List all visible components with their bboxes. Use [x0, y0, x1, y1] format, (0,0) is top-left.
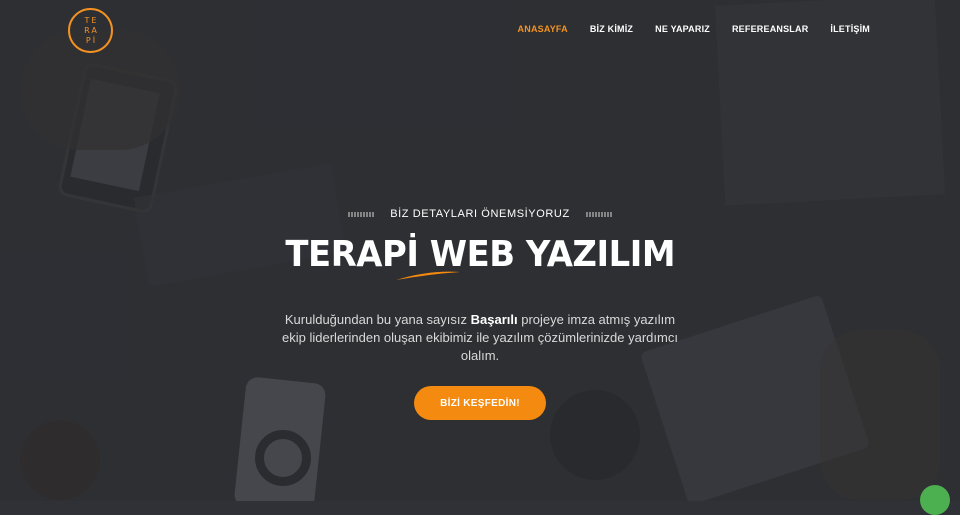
- logo-text: TE RA Pİ: [84, 15, 99, 45]
- eyebrow-dash-right: [585, 211, 612, 217]
- eyebrow-dash-left: [348, 211, 375, 217]
- brand-logo[interactable]: TE RA Pİ: [68, 8, 113, 53]
- nav-item-anasayfa[interactable]: ANASAYFA: [518, 24, 568, 34]
- main-nav: ANASAYFA BİZ KİMİZ NE YAPARIZ REFEREANSL…: [496, 24, 870, 34]
- hero-description: Kurulduğundan bu yana sayısız Başarılı p…: [282, 312, 678, 364]
- nav-item-referanslar[interactable]: REFEREANSLAR: [732, 24, 808, 34]
- hero-title: TERAPİ WEB YAZILIM: [285, 234, 675, 280]
- hero-eyebrow: BİZ DETAYLARI ÖNEMSİYORUZ: [0, 208, 960, 220]
- hero-section: BİZ DETAYLARI ÖNEMSİYORUZ TERAPİ WEB YAZ…: [0, 208, 960, 421]
- eyebrow-text: BİZ DETAYLARI ÖNEMSİYORUZ: [390, 208, 570, 220]
- swoosh-underline-icon: [396, 271, 461, 280]
- hero-title-text: TERAPİ WEB YAZILIM: [285, 234, 675, 275]
- discover-button[interactable]: BİZİ KEŞFEDİN!: [414, 386, 546, 421]
- chat-widget-icon[interactable]: [920, 485, 950, 515]
- nav-item-biz-kimiz[interactable]: BİZ KİMİZ: [590, 24, 633, 34]
- nav-item-ne-yapariz[interactable]: NE YAPARIZ: [655, 24, 710, 34]
- nav-item-iletisim[interactable]: İLETİŞİM: [830, 24, 870, 34]
